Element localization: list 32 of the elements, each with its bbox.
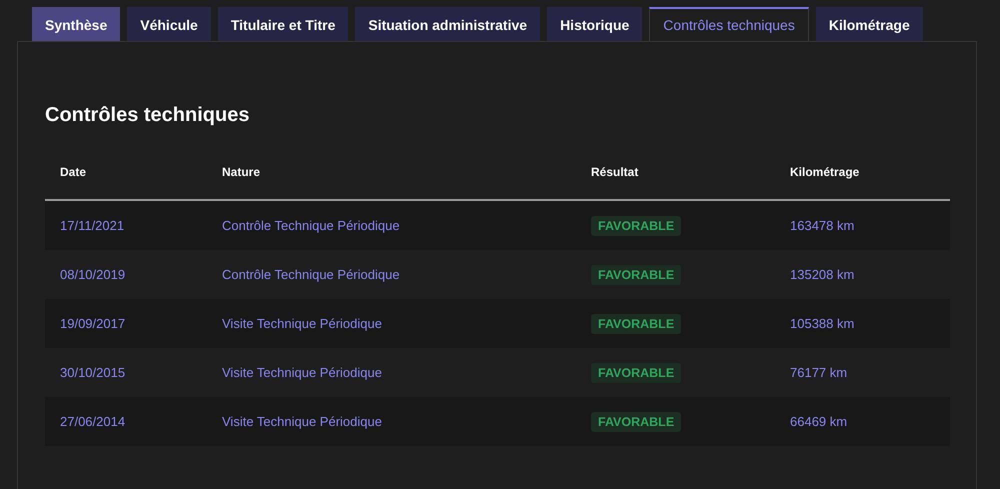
tab[interactable]: Historique — [547, 7, 642, 41]
mileage-text: 66469 km — [790, 414, 848, 429]
mileage-text: 76177 km — [790, 365, 848, 380]
column-header: Nature — [221, 165, 260, 179]
nature-text: Contrôle Technique Périodique — [222, 267, 400, 282]
date-text: 19/09/2017 — [60, 316, 126, 331]
tab[interactable]: Contrôles techniques — [649, 7, 809, 41]
nature-text: Visite Technique Périodique — [222, 316, 382, 331]
tab[interactable]: Situation administrative — [355, 7, 540, 41]
result-badge: FAVORABLE — [591, 412, 682, 432]
date-text: 30/10/2015 — [60, 365, 126, 380]
date-text: 27/06/2014 — [60, 414, 126, 429]
column-header: Kilométrage — [789, 165, 860, 179]
tab[interactable]: Véhicule — [127, 7, 211, 41]
date-text: 17/11/2021 — [60, 218, 124, 233]
mileage-text: 105388 km — [790, 316, 854, 331]
tab[interactable]: Titulaire et Titre — [218, 7, 348, 41]
result-badge: FAVORABLE — [591, 264, 682, 284]
nature-text: Visite Technique Périodique — [222, 365, 382, 380]
column-header: Résultat — [590, 165, 638, 179]
section-title: Contrôles techniques — [45, 104, 250, 127]
nature-text: Visite Technique Périodique — [222, 414, 382, 429]
result-badge: FAVORABLE — [591, 314, 682, 334]
column-header: Date — [59, 165, 86, 179]
tab[interactable]: Synthèse — [32, 7, 120, 41]
mileage-text: 163478 km — [790, 218, 854, 233]
result-badge: FAVORABLE — [591, 216, 682, 236]
mileage-text: 135208 km — [790, 267, 854, 282]
tab[interactable]: Kilométrage — [816, 7, 923, 41]
date-text: 08/10/2019 — [60, 267, 126, 282]
result-badge: FAVORABLE — [591, 362, 682, 382]
nature-text: Contrôle Technique Périodique — [222, 218, 400, 233]
